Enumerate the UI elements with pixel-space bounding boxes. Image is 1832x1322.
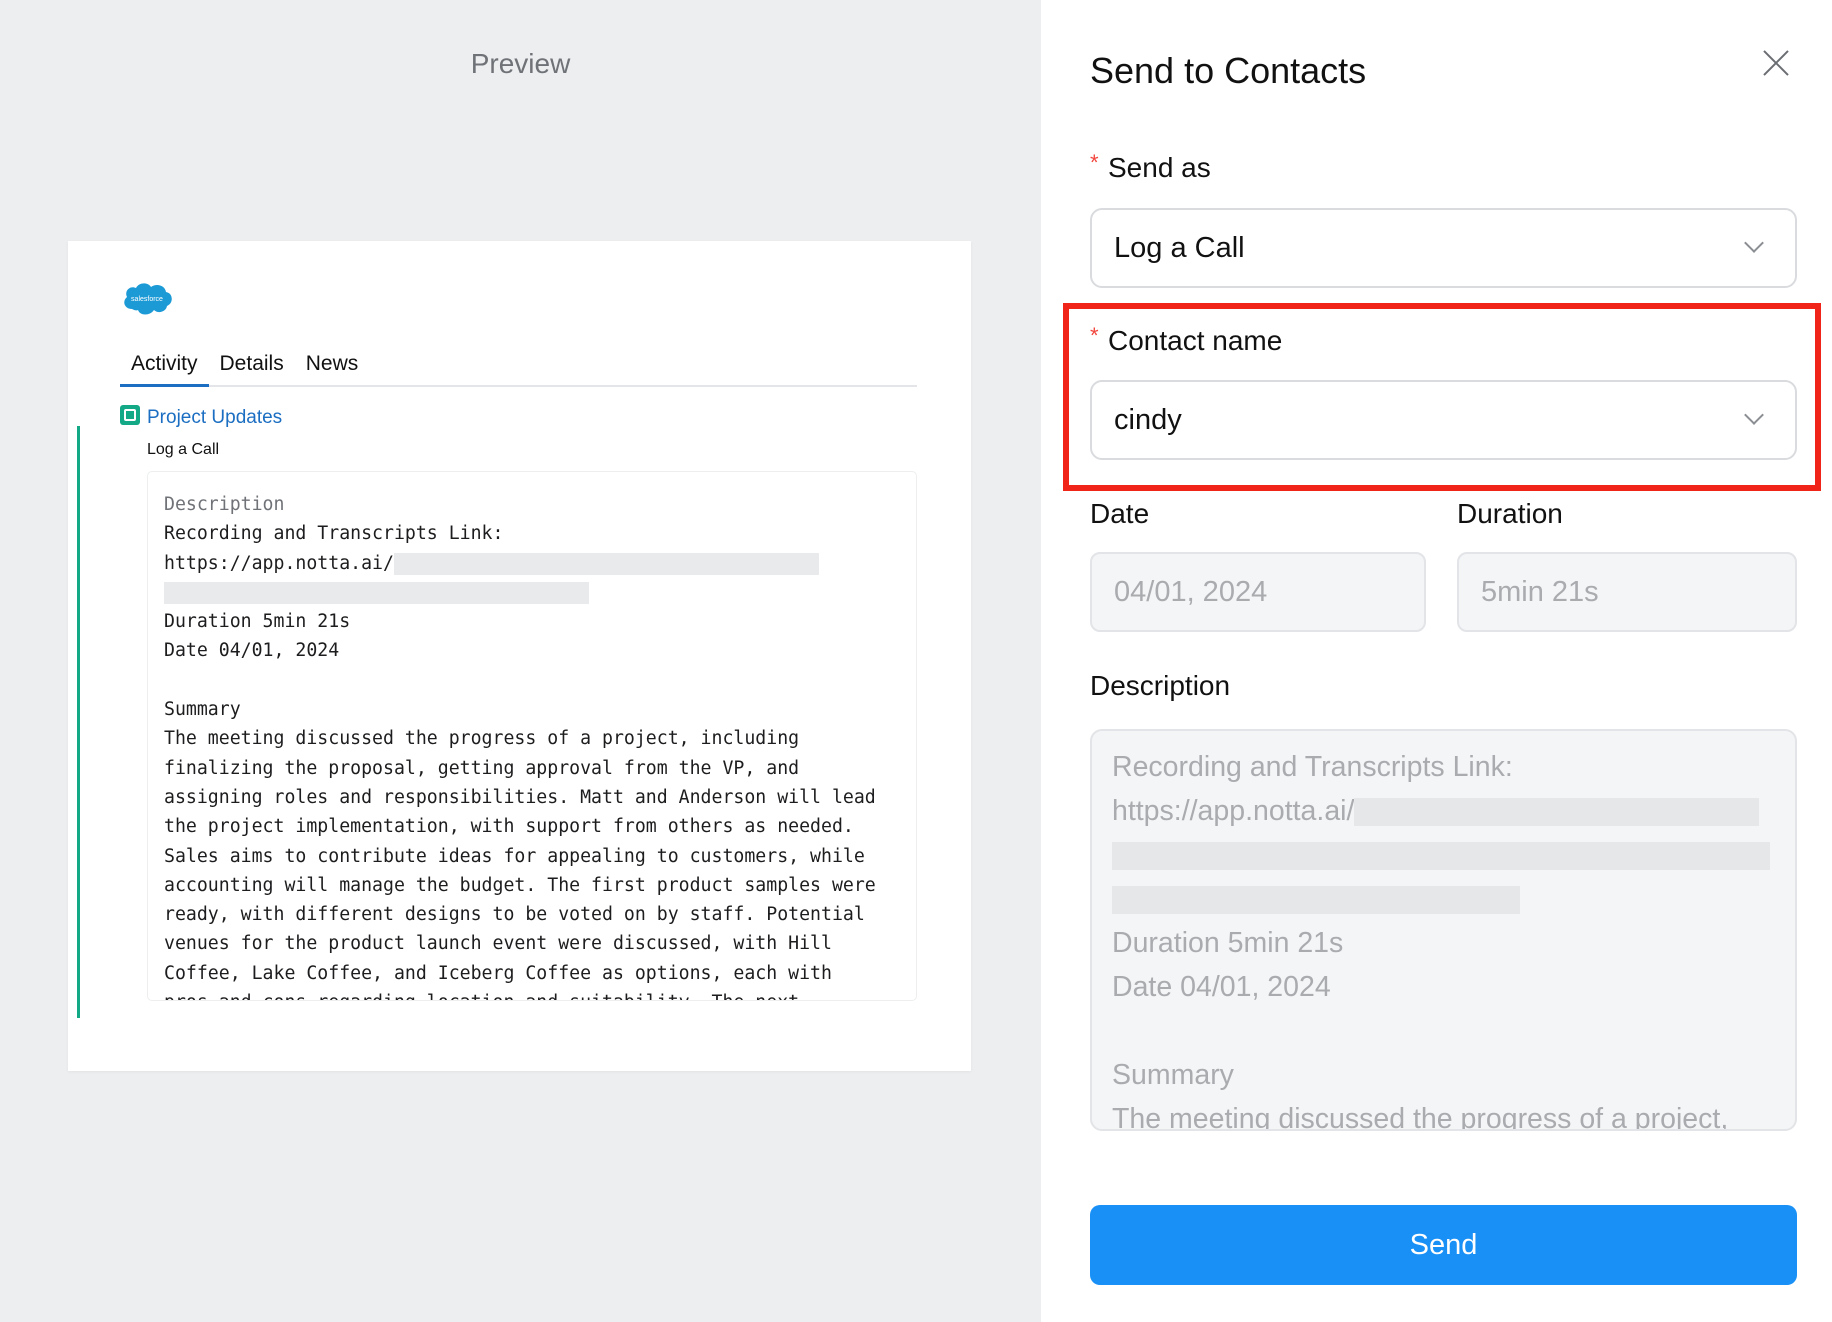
description-textarea: Recording and Transcripts Link: https://… [1090, 729, 1797, 1131]
duration-field: 5min 21s [1457, 552, 1797, 632]
redacted-block [1354, 798, 1760, 827]
activity-timeline-line [77, 426, 80, 1018]
date-text: Date 04/01, 2024 [164, 640, 340, 662]
date-field: 04/01, 2024 [1090, 552, 1426, 632]
duration-label: Duration [1457, 498, 1563, 529]
preview-pane: Preview salesforce Activity Details News… [0, 0, 1041, 1322]
duration-text: Duration 5min 21s [1112, 927, 1344, 959]
send-button[interactable]: Send [1090, 1205, 1797, 1285]
contact-name-label-text: Contact name [1108, 325, 1283, 356]
date-text: Date 04/01, 2024 [1112, 971, 1331, 1003]
log-call-icon [120, 405, 140, 425]
contact-name-label: * Contact name [1090, 323, 1283, 357]
date-label: Date [1090, 498, 1150, 529]
contact-name-select[interactable]: cindy [1090, 380, 1797, 460]
duration-text: Duration 5min 21s [164, 611, 351, 633]
send-as-value: Log a Call [1114, 232, 1245, 264]
preview-card: salesforce Activity Details News Project… [68, 241, 971, 1071]
recording-link-label: Recording and Transcripts Link: [1112, 751, 1513, 783]
recording-link-label: Recording and Transcripts Link: [164, 523, 504, 545]
send-to-contacts-panel: Send to Contacts * Send as Log a Call * … [1041, 0, 1832, 1322]
summary-label: Summary [1112, 1059, 1234, 1091]
preview-tabs: Activity Details News [120, 349, 917, 387]
close-icon[interactable] [1759, 46, 1793, 80]
tab-activity[interactable]: Activity [120, 349, 209, 387]
redacted-block [393, 552, 819, 575]
summary-text: The meeting discussed the progress of a … [164, 728, 876, 1000]
preview-title: Preview [470, 48, 571, 79]
required-marker: * [1090, 323, 1099, 348]
summary-label: Summary [164, 699, 241, 721]
send-as-label: * Send as [1090, 150, 1211, 184]
redacted-block [1112, 842, 1770, 871]
duration-value: 5min 21s [1481, 576, 1599, 608]
description-label: Description [1090, 670, 1231, 701]
chevron-down-icon [1744, 405, 1764, 425]
panel-title: Send to Contacts [1090, 50, 1367, 91]
send-as-label-text: Send as [1108, 152, 1211, 183]
tab-details[interactable]: Details [209, 349, 295, 387]
date-value: 04/01, 2024 [1114, 576, 1268, 608]
activity-description: Description Recording and Transcripts Li… [147, 471, 917, 1001]
description-label: Description [164, 494, 285, 515]
chevron-down-icon [1744, 233, 1764, 253]
contact-name-value: cindy [1114, 404, 1182, 436]
recording-link: https://app.notta.ai/ [164, 552, 394, 574]
redacted-block [1112, 886, 1520, 915]
recording-link: https://app.notta.ai/ [1112, 795, 1355, 827]
required-marker: * [1090, 150, 1099, 175]
activity-subtitle: Log a Call [147, 441, 220, 458]
send-as-select[interactable]: Log a Call [1090, 208, 1797, 288]
redacted-block [164, 581, 589, 604]
svg-text:salesforce: salesforce [131, 296, 163, 303]
summary-text: The meeting discussed the progress of a … [1112, 1103, 1729, 1131]
activity-link[interactable]: Project Updates [147, 407, 282, 429]
salesforce-logo-icon: salesforce [124, 283, 172, 315]
tab-news[interactable]: News [295, 349, 370, 387]
